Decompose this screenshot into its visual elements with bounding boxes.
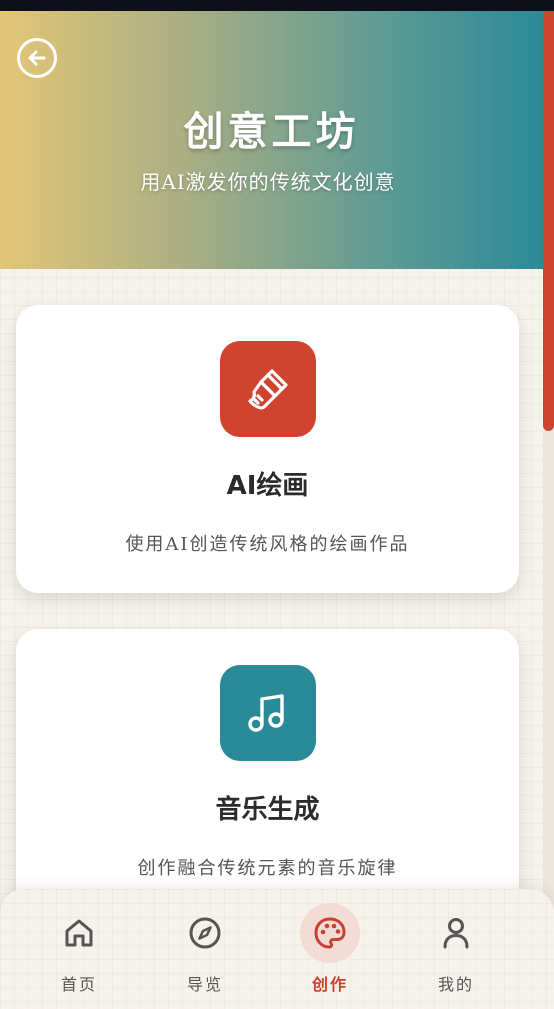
ai-painting-card[interactable]: AI绘画 使用AI创造传统风格的绘画作品 [16,305,519,593]
nav-label: 创作 [311,975,348,994]
nav-label: 我的 [437,975,474,994]
music-note-icon-tile [220,665,316,761]
card-title: AI绘画 [226,471,309,501]
nav-item-guide[interactable]: 导览 [160,889,250,1009]
page-subtitle: 用AI激发你的传统文化创意 [140,170,396,194]
paint-brush-icon-tile [220,341,316,437]
card-description: 使用AI创造传统风格的绘画作品 [125,534,410,555]
home-icon [49,903,109,963]
palette-icon [300,903,360,963]
header-banner: 创意工坊 用AI激发你的传统文化创意 [0,11,543,269]
card-description: 创作融合传统元素的音乐旋律 [137,858,398,879]
music-note-icon [248,694,284,732]
status-bar [0,0,554,11]
user-icon [426,903,486,963]
card-title: 音乐生成 [215,795,320,825]
page-title: 创意工坊 [183,108,360,155]
scrollbar-thumb[interactable] [543,11,554,431]
nav-item-create[interactable]: 创作 [285,889,375,1009]
music-generation-card[interactable]: 音乐生成 创作融合传统元素的音乐旋律 [16,629,519,917]
paint-brush-icon [248,369,288,410]
nav-label: 首页 [60,975,97,994]
nav-item-profile[interactable]: 我的 [411,889,501,1009]
app-screen: 创意工坊 用AI激发你的传统文化创意 AI绘画 使用AI创造传统风格的绘画作品 [0,11,554,1009]
arrow-left-circle-icon [28,50,46,66]
back-button[interactable] [17,38,57,78]
bottom-navigation: 首页 导览 创作 我的 [0,889,554,1009]
nav-label: 导览 [186,975,223,994]
nav-item-home[interactable]: 首页 [34,889,124,1009]
compass-icon [175,903,235,963]
